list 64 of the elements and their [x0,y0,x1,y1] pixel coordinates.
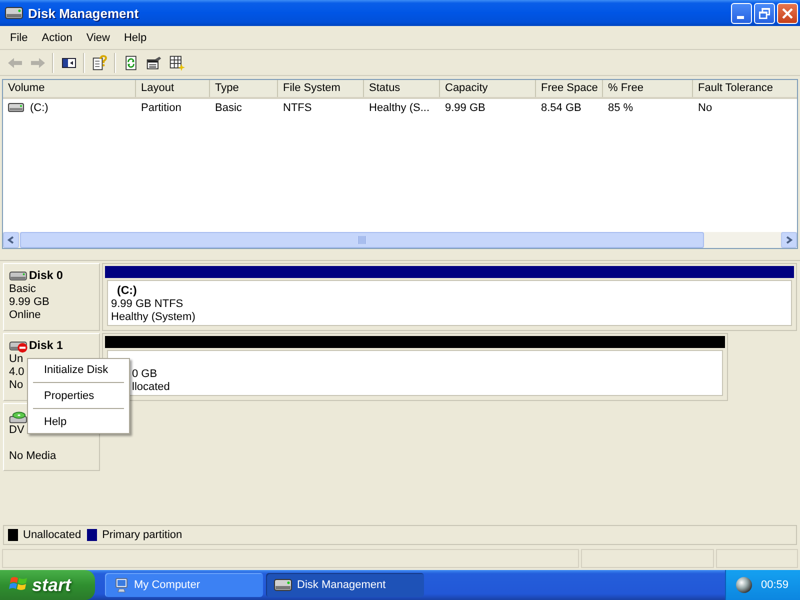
refresh-icon [122,54,138,70]
table-cell: Partition [141,102,182,114]
scroll-right-button[interactable] [781,232,797,248]
scroll-left-button[interactable] [3,232,19,248]
disk-label-panel[interactable]: Disk 0 Basic 9.99 GB Online [3,263,100,331]
clock: 00:59 [761,579,789,591]
minimize-button[interactable] [731,2,752,24]
menu-item[interactable]: Help [116,30,154,46]
partition-detail: llocated [132,381,170,394]
disk-detail: DV [9,424,24,437]
column-header[interactable]: Fault Tolerance [693,80,800,97]
right-chevron-icon [785,236,793,244]
taskbar-button[interactable]: My Computer [105,573,263,597]
disk-detail: No Media [9,450,56,463]
partition-detail: 9.99 GB NTFS [111,298,184,311]
table-cell: (C:) [30,102,48,114]
orb-icon[interactable] [736,577,752,593]
column-header[interactable]: Status [364,80,440,97]
table-cell: NTFS [283,102,312,114]
column-header[interactable]: Volume [3,80,136,97]
column-header[interactable]: File System [278,80,364,97]
column-header[interactable]: Type [210,80,278,97]
disk-name: Disk 1 [29,340,63,352]
taskbar-button[interactable]: Disk Management [266,573,424,597]
disk-detail: 4.0 [9,366,24,379]
disk-name: Disk 0 [29,270,63,282]
disk-detail: Online [9,309,41,322]
grid-sheet-icon [168,54,184,70]
minimize-icon [737,16,744,18]
table-cell: Healthy (S... [369,102,430,114]
column-header[interactable]: % Free [603,80,693,97]
close-icon [782,8,793,18]
disk-detail: Basic [9,283,36,296]
partition-label: (C:) [117,285,137,298]
disk-detail: No [9,379,24,392]
disk-detail: Un [9,353,24,366]
legend-label: Primary partition [102,529,182,541]
restore-button[interactable] [754,2,775,24]
partition-box[interactable]: 0 GB llocated [107,350,723,396]
column-header[interactable]: Free Space [536,80,603,97]
close-button[interactable] [777,2,798,24]
help-icon [92,54,108,70]
partition-detail: Healthy (System) [111,311,196,324]
partition-detail: 0 GB [132,368,158,381]
grip-icon [358,236,366,244]
disk-detail: 9.99 GB [9,296,50,309]
column-header[interactable]: Layout [136,80,210,97]
table-cell: 9.99 GB [445,102,486,114]
table-cell: 8.54 GB [541,102,582,114]
legend-label: Unallocated [23,529,82,541]
column-header[interactable]: Capacity [440,80,536,97]
menu-item[interactable]: Action [34,30,80,46]
table-cell: 85 % [608,102,634,114]
table-cell: Basic [215,102,242,114]
computer-icon [113,577,129,593]
left-chevron-icon [7,236,15,244]
menu-item[interactable]: File [3,30,35,46]
menu-item[interactable]: View [79,30,117,46]
table-cell: No [698,102,712,114]
properties-icon [146,54,162,70]
drive-icon [8,103,24,112]
window-title: Disk Management [28,6,139,20]
start-button[interactable]: start [0,570,95,600]
partition-box[interactable]: (C:) 9.99 GB NTFS Healthy (System) [107,280,792,326]
